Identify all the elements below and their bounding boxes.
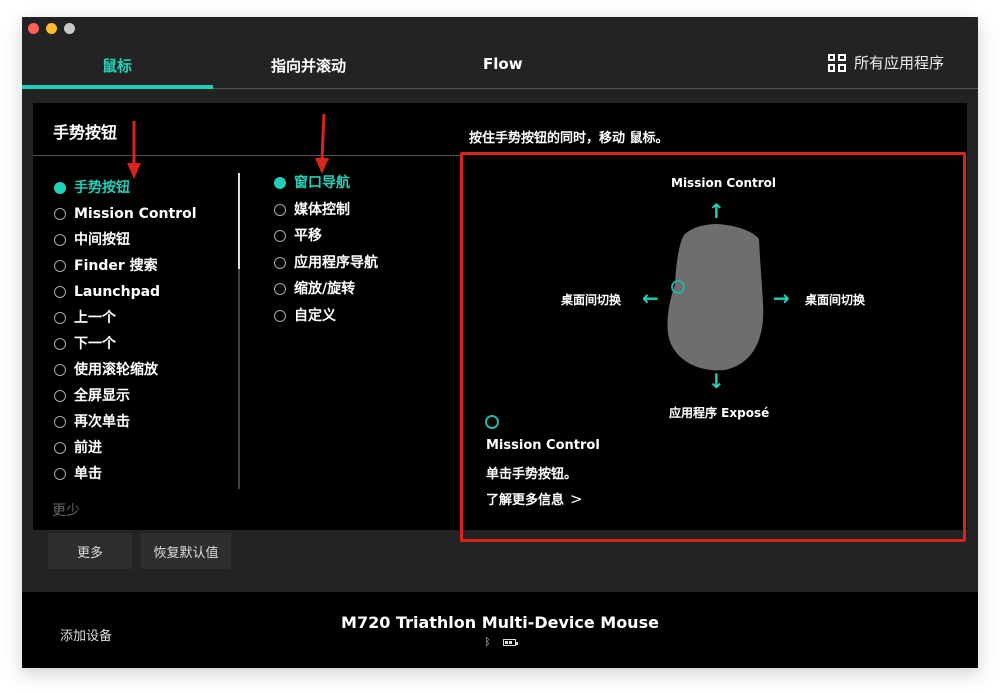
bluetooth-icon: ᛒ — [484, 637, 491, 648]
option-custom[interactable]: 自定义 — [274, 306, 378, 333]
option-window-navigation[interactable]: 窗口导航 — [274, 173, 378, 200]
option-pan[interactable]: 平移 — [274, 226, 378, 253]
option-mission-control[interactable]: Mission Control — [54, 204, 197, 230]
option-click[interactable]: 单击 — [54, 464, 197, 490]
option-gesture-button[interactable]: 手势按钮 — [54, 178, 197, 204]
option-media-control[interactable]: 媒体控制 — [274, 200, 378, 227]
gesture-right-label: 桌面间切换 — [805, 293, 866, 307]
option-app-navigation[interactable]: 应用程序导航 — [274, 253, 378, 280]
tab-flow[interactable]: Flow — [483, 55, 523, 73]
maximize-window-button[interactable] — [64, 23, 75, 34]
chevron-right-icon: > — [570, 490, 583, 508]
info-description: 单击手势按钮。 — [486, 467, 578, 482]
arrow-down-icon: ↓ — [708, 369, 725, 393]
radio-icon — [54, 182, 66, 194]
option-zoom-rotate[interactable]: 缩放/旋转 — [274, 279, 378, 306]
learn-more-link[interactable]: 了解更多信息 > — [486, 489, 583, 508]
radio-icon — [54, 468, 66, 480]
gesture-up-label: Mission Control — [671, 176, 777, 190]
gesture-mode-list: 窗口导航 媒体控制 平移 应用程序导航 缩放/旋转 自定义 — [274, 173, 378, 333]
option-finder-search[interactable]: Finder 搜索 — [54, 256, 197, 282]
radio-icon — [54, 338, 66, 350]
device-name: M720 Triathlon Multi-Device Mouse — [341, 613, 659, 632]
mouse-illustration-icon — [667, 224, 764, 371]
radio-icon — [54, 312, 66, 324]
option-label: Mission Control — [74, 206, 197, 222]
active-tab-indicator — [22, 85, 213, 89]
annotation-arrow-icon — [315, 113, 329, 174]
radio-icon — [54, 286, 66, 298]
radio-icon — [54, 442, 66, 454]
option-double-click[interactable]: 再次单击 — [54, 412, 197, 438]
option-label: 使用滚轮缩放 — [74, 362, 158, 378]
option-label: 前进 — [74, 440, 102, 456]
gesture-left-label: 桌面间切换 — [561, 293, 622, 307]
option-label: Finder 搜索 — [74, 258, 158, 274]
option-label: 上一个 — [74, 310, 116, 326]
device-footer: 添加设备 M720 Triathlon Multi-Device Mouse ᛒ — [22, 592, 978, 668]
option-middle-button[interactable]: 中间按钮 — [54, 230, 197, 256]
option-label: 自定义 — [294, 307, 336, 324]
arrow-up-icon: ↑ — [708, 199, 725, 223]
device-status: ᛒ — [22, 637, 978, 648]
learn-more-label: 了解更多信息 — [486, 493, 565, 508]
option-previous[interactable]: 上一个 — [54, 308, 197, 334]
show-less-link[interactable]: 更少 — [52, 500, 80, 520]
button-action-list: 手势按钮 Mission Control 中间按钮 Finder 搜索 Laun… — [54, 178, 197, 490]
radio-icon — [54, 208, 66, 220]
radio-icon — [274, 230, 286, 243]
option-fullscreen[interactable]: 全屏显示 — [54, 386, 197, 412]
scrollbar[interactable] — [238, 173, 240, 489]
gesture-down-label: 应用程序 Exposé — [669, 406, 770, 420]
panel-title: 手势按钮 — [53, 123, 118, 142]
radio-icon — [54, 390, 66, 402]
gesture-instruction: 按住手势按钮的同时，移动 鼠标。 — [469, 131, 669, 146]
option-label: 平移 — [294, 228, 322, 245]
battery-icon — [502, 639, 518, 646]
info-title: Mission Control — [486, 438, 600, 453]
tab-mouse[interactable]: 鼠标 — [102, 55, 132, 76]
radio-icon — [274, 309, 286, 322]
option-next[interactable]: 下一个 — [54, 334, 197, 360]
option-label: 中间按钮 — [74, 232, 130, 248]
radio-icon — [54, 260, 66, 272]
option-label: 窗口导航 — [294, 175, 350, 191]
radio-icon — [274, 283, 286, 296]
radio-icon — [54, 416, 66, 428]
option-label: 全屏显示 — [74, 388, 130, 404]
minimize-window-button[interactable] — [46, 23, 57, 34]
option-scroll-zoom[interactable]: 使用滚轮缩放 — [54, 360, 197, 386]
option-label: 再次单击 — [74, 414, 130, 430]
radio-icon — [274, 256, 286, 269]
window-controls — [28, 23, 75, 34]
all-apps-label: 所有应用程序 — [853, 54, 944, 72]
annotation-arrow-icon — [127, 121, 141, 179]
option-launchpad[interactable]: Launchpad — [54, 282, 197, 308]
option-label: 手势按钮 — [74, 180, 130, 196]
option-label: Launchpad — [74, 284, 161, 300]
close-window-button[interactable] — [28, 23, 39, 34]
option-label: 媒体控制 — [294, 201, 350, 218]
radio-icon — [54, 364, 66, 376]
option-label: 缩放/旋转 — [294, 281, 356, 298]
option-forward[interactable]: 前进 — [54, 438, 197, 464]
divider — [33, 155, 463, 156]
arrow-left-icon: ← — [642, 286, 659, 310]
radio-icon — [54, 234, 66, 246]
option-label: 下一个 — [74, 336, 116, 352]
option-label: 应用程序导航 — [294, 254, 378, 271]
all-apps-button[interactable]: 所有应用程序 — [827, 52, 944, 73]
arrow-right-icon: → — [773, 286, 790, 310]
option-label: 单击 — [74, 466, 102, 482]
restore-defaults-button[interactable]: 恢复默认值 — [141, 533, 231, 569]
tab-bar: 鼠标 指向并滚动 Flow 所有应用程序 — [22, 47, 978, 89]
scrollbar-thumb[interactable] — [238, 173, 240, 269]
app-window: 鼠标 指向并滚动 Flow 所有应用程序 手势按钮 按住手势按钮的同时，移动 鼠… — [22, 17, 978, 668]
grid-icon — [827, 53, 846, 72]
radio-icon — [274, 177, 286, 189]
gesture-button-indicator-icon — [485, 415, 499, 429]
more-button[interactable]: 更多 — [48, 533, 132, 569]
radio-icon — [274, 203, 286, 216]
tab-point-and-scroll[interactable]: 指向并滚动 — [271, 55, 346, 76]
